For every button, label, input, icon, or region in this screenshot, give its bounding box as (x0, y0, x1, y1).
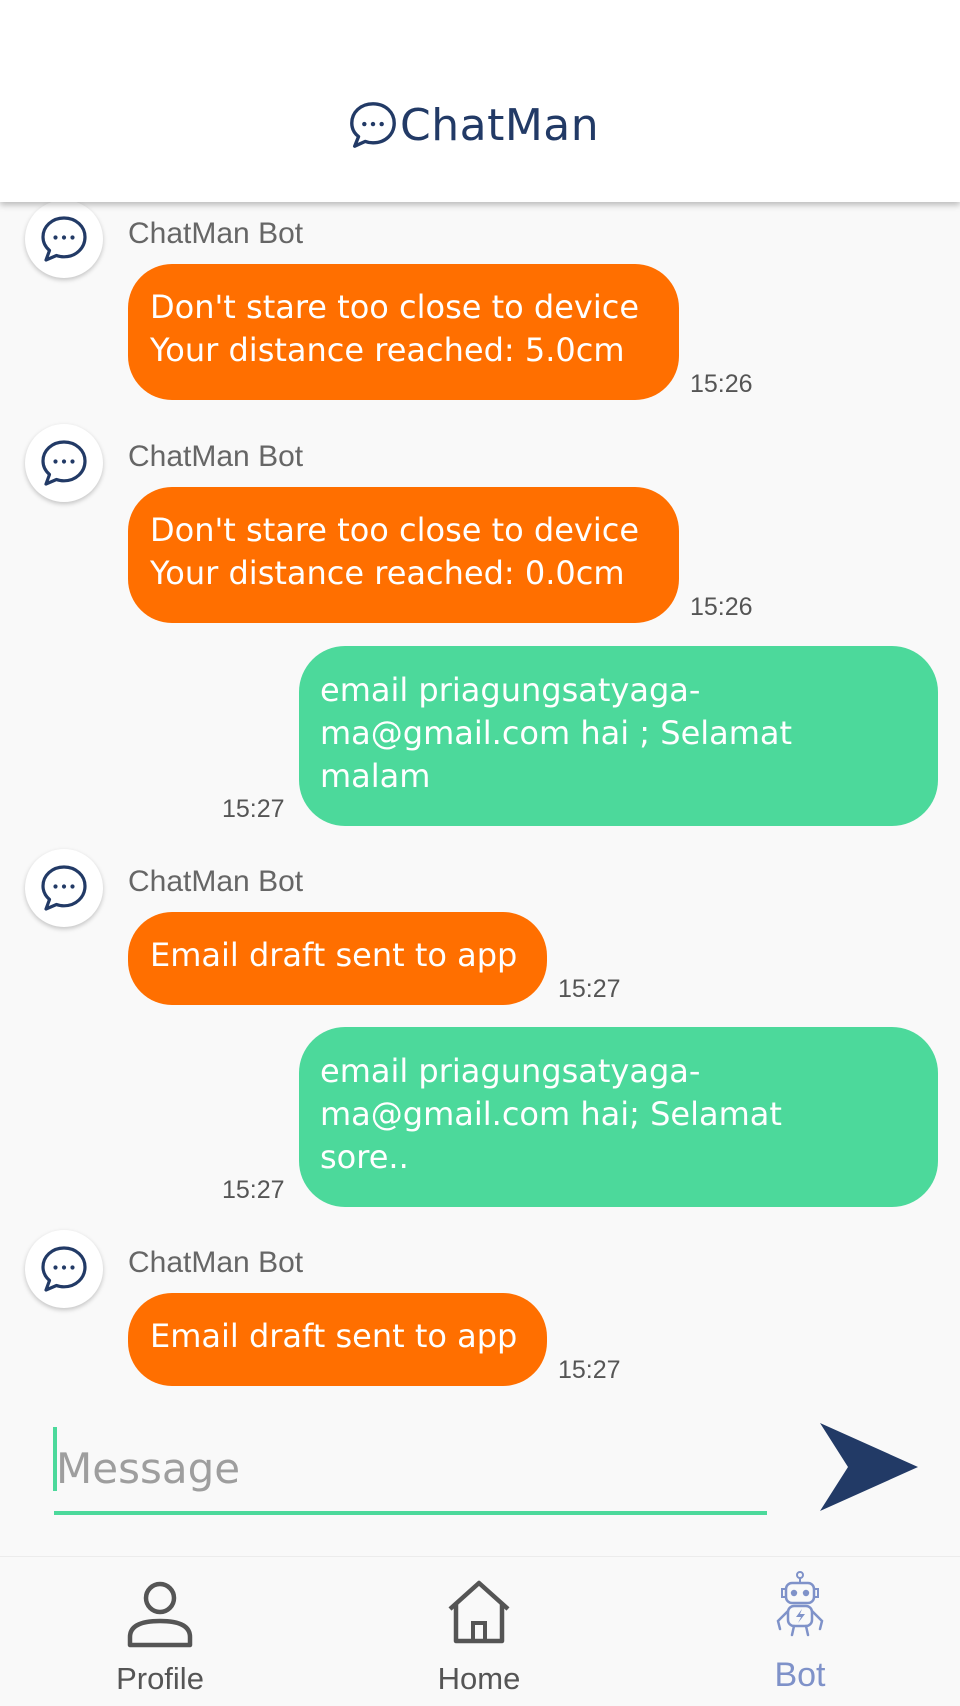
chat-bubble-icon (41, 216, 87, 262)
bot-avatar (25, 1230, 103, 1308)
message-time: 15:27 (558, 975, 621, 1003)
message-line: ma@gmail.com hai ; Selamat (320, 714, 793, 752)
message-line: Email draft sent to app (150, 1317, 518, 1355)
message-line: malam (320, 757, 431, 795)
bot-avatar (25, 849, 103, 927)
nav-item-bot[interactable]: Bot (710, 1557, 890, 1706)
message-time: 15:27 (222, 1176, 285, 1204)
person-icon (127, 1581, 193, 1648)
message-line: Don't stare too close to device (150, 288, 640, 326)
chat-bubble-icon (41, 440, 87, 486)
chat-bubble-icon (41, 1246, 87, 1292)
bot-message-bubble: Email draft sent to app (128, 1293, 547, 1386)
nav-item-profile[interactable]: Profile (70, 1557, 250, 1706)
send-icon (820, 1423, 918, 1511)
message-line: Your distance reached: 5.0cm (150, 331, 625, 369)
chat-bubble-icon (41, 865, 87, 911)
message-line: Don't stare too close to device (150, 511, 640, 549)
nav-item-home[interactable]: Home (389, 1557, 569, 1706)
bot-message-bubble: Don't stare too close to device Your dis… (128, 487, 679, 623)
message-line: sore.. (320, 1138, 409, 1176)
bot-message-bubble: Email draft sent to app (128, 912, 547, 1005)
sender-name: ChatMan Bot (128, 865, 304, 898)
message-time: 15:26 (690, 370, 753, 398)
robot-icon (776, 1571, 824, 1637)
text-cursor (53, 1427, 57, 1491)
message-input[interactable] (54, 1425, 767, 1515)
message-time: 15:27 (558, 1356, 621, 1384)
message-time: 15:26 (690, 593, 753, 621)
message-time: 15:27 (222, 795, 285, 823)
message-line: Email draft sent to app (150, 936, 518, 974)
user-message-bubble: email priagungsatyaga- ma@gmail.com hai;… (299, 1027, 938, 1207)
message-line: ma@gmail.com hai; Selamat (320, 1095, 782, 1133)
app-title: ChatMan (400, 99, 600, 151)
sender-name: ChatMan Bot (128, 217, 304, 250)
send-button[interactable] (818, 1420, 920, 1512)
app-header: ChatMan (0, 0, 960, 202)
chat-bubble-icon (350, 102, 396, 148)
home-icon (448, 1580, 510, 1644)
nav-label: Bot (774, 1656, 826, 1694)
app-logo: ChatMan (346, 98, 599, 152)
message-line: email priagungsatyaga- (320, 1052, 701, 1090)
bottom-nav: Profile Home Bot (0, 1556, 960, 1706)
nav-label: Profile (116, 1661, 204, 1696)
message-line: email priagungsatyaga- (320, 671, 701, 709)
bot-avatar (25, 424, 103, 502)
user-message-bubble: email priagungsatyaga- ma@gmail.com hai … (299, 646, 938, 826)
bot-avatar (25, 200, 103, 278)
nav-label: Home (437, 1661, 521, 1696)
message-line: Your distance reached: 0.0cm (150, 554, 625, 592)
bot-message-bubble: Don't stare too close to device Your dis… (128, 264, 679, 400)
sender-name: ChatMan Bot (128, 1246, 304, 1279)
sender-name: ChatMan Bot (128, 440, 304, 473)
